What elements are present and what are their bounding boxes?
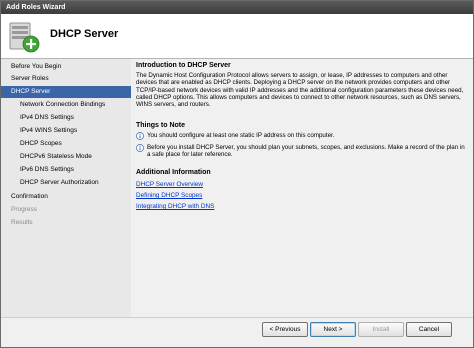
title-bar: Add Roles Wizard bbox=[1, 1, 473, 14]
sidebar-item-progress: Progress bbox=[11, 206, 38, 213]
info-icon bbox=[136, 132, 144, 140]
sidebar-item-confirmation[interactable]: Confirmation bbox=[1, 191, 131, 203]
next-button[interactable]: Next > bbox=[310, 322, 356, 337]
wizard-steps-sidebar: Before You Begin Server Roles DHCP Serve… bbox=[1, 59, 131, 317]
info-icon bbox=[136, 144, 144, 152]
sidebar-item-dhcp-server[interactable]: DHCP Server bbox=[1, 86, 131, 98]
sidebar-item-dhcp-scopes[interactable]: DHCP Scopes bbox=[1, 138, 131, 150]
sidebar-item-results: Results bbox=[11, 219, 33, 226]
page-title: DHCP Server bbox=[50, 28, 119, 40]
wizard-content: Introduction to DHCP Server The Dynamic … bbox=[131, 59, 473, 317]
cancel-button[interactable]: Cancel bbox=[406, 322, 452, 337]
sidebar-item-ipv6-dns-settings[interactable]: IPv6 DNS Settings bbox=[1, 164, 131, 176]
sidebar-item-ipv4-dns-settings[interactable]: IPv4 DNS Settings bbox=[1, 112, 131, 124]
note-text: Before you install DHCP Server, you shou… bbox=[147, 144, 465, 159]
server-add-icon bbox=[9, 22, 40, 53]
link-integrating-dhcp-with-dns[interactable]: Integrating DHCP with DNS bbox=[136, 203, 214, 210]
note-text: You should configure at least one static… bbox=[147, 132, 335, 139]
sidebar-item-ipv4-wins-settings[interactable]: IPv4 WINS Settings bbox=[1, 125, 131, 137]
sidebar-item-before-you-begin[interactable]: Before You Begin bbox=[1, 61, 131, 73]
notes-heading: Things to Note bbox=[136, 122, 185, 129]
sidebar-item-dhcpv6-stateless-mode[interactable]: DHCPv6 Stateless Mode bbox=[1, 151, 131, 163]
sidebar-item-dhcp-server-authorization[interactable]: DHCP Server Authorization bbox=[1, 177, 131, 189]
sidebar-item-server-roles[interactable]: Server Roles bbox=[1, 73, 131, 85]
previous-button[interactable]: < Previous bbox=[262, 322, 308, 337]
additional-info-heading: Additional Information bbox=[136, 169, 211, 176]
install-button: Install bbox=[358, 322, 404, 337]
footer-divider bbox=[1, 317, 473, 318]
sidebar-item-network-connection-bindings[interactable]: Network Connection Bindings bbox=[1, 99, 131, 111]
wizard-header: DHCP Server bbox=[1, 14, 473, 59]
note-item: You should configure at least one static… bbox=[136, 132, 466, 140]
intro-text: The Dynamic Host Configuration Protocol … bbox=[136, 72, 464, 109]
note-item: Before you install DHCP Server, you shou… bbox=[136, 144, 466, 159]
intro-heading: Introduction to DHCP Server bbox=[136, 62, 231, 69]
link-defining-dhcp-scopes[interactable]: Defining DHCP Scopes bbox=[136, 192, 202, 199]
link-dhcp-server-overview[interactable]: DHCP Server Overview bbox=[136, 181, 203, 188]
add-roles-wizard-window: Add Roles Wizard DHCP Server Before You … bbox=[0, 0, 474, 348]
